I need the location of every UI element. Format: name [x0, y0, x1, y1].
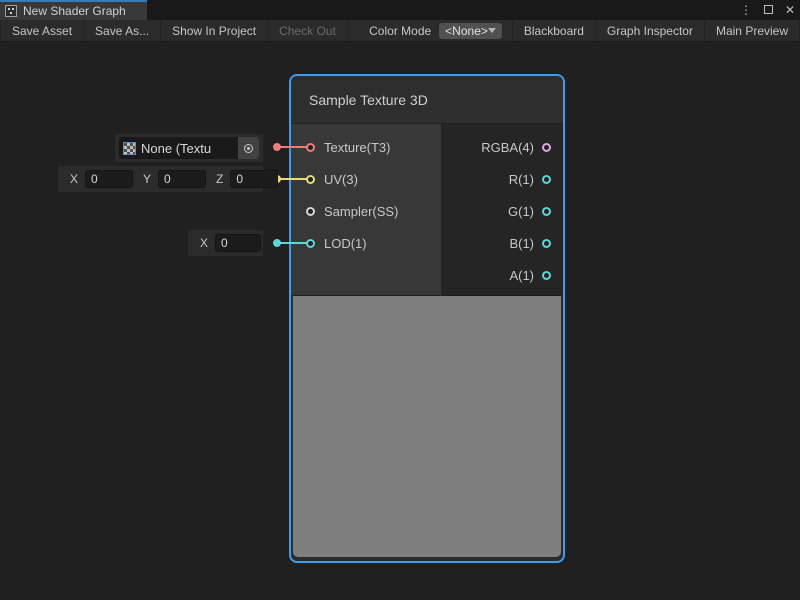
output-port-label: R(1) [509, 172, 534, 187]
edge-dot-texture [273, 143, 281, 151]
port-row-b: B(1) [441, 227, 563, 259]
input-port-label: LOD(1) [324, 236, 367, 251]
output-port-label: RGBA(4) [481, 140, 534, 155]
uv-y-component: Y [143, 170, 206, 188]
uv-x-component: X [70, 170, 133, 188]
uv-y-label[interactable]: Y [143, 172, 151, 186]
output-port-g[interactable] [542, 207, 551, 216]
uv-vector3-panel: X Y Z [58, 166, 263, 192]
check-out-button: Check Out [268, 20, 348, 41]
node-title: Sample Texture 3D [309, 92, 428, 108]
output-port-b[interactable] [542, 239, 551, 248]
texture-field-value: None (Textu [141, 141, 238, 156]
node-port-section: Texture(T3) UV(3) Sampler(SS) LOD(1) RG [291, 124, 563, 295]
input-port-sampler[interactable] [306, 207, 315, 216]
uv-z-input[interactable] [230, 170, 278, 188]
node-output-column: RGBA(4) R(1) G(1) B(1) A(1) [441, 124, 563, 295]
uv-z-label[interactable]: Z [216, 172, 223, 186]
node-sample-texture-3d[interactable]: Sample Texture 3D Texture(T3) UV(3) Samp… [289, 74, 565, 563]
port-row-lod: LOD(1) [291, 227, 441, 259]
lod-x-component: X [200, 234, 261, 252]
window-controls: ⋮ ✕ [740, 0, 795, 20]
output-port-label: B(1) [509, 236, 534, 251]
input-port-texture[interactable] [306, 143, 315, 152]
toolbar: Save Asset Save As... Show In Project Ch… [0, 20, 800, 42]
port-row-g: G(1) [441, 195, 563, 227]
main-preview-button[interactable]: Main Preview [705, 20, 800, 41]
texture-object-field[interactable]: None (Textu [119, 137, 259, 159]
title-bar: New Shader Graph ⋮ ✕ [0, 0, 800, 20]
input-port-label: Texture(T3) [324, 140, 390, 155]
tab-new-shader-graph[interactable]: New Shader Graph [0, 0, 147, 20]
input-port-label: UV(3) [324, 172, 358, 187]
graph-inspector-button[interactable]: Graph Inspector [596, 20, 705, 41]
port-row-r: R(1) [441, 163, 563, 195]
uv-y-input[interactable] [158, 170, 206, 188]
toolbar-spacer [348, 20, 361, 41]
blackboard-button[interactable]: Blackboard [512, 20, 596, 41]
port-row-sampler: Sampler(SS) [291, 195, 441, 227]
chevron-down-icon [488, 28, 496, 33]
output-port-r[interactable] [542, 175, 551, 184]
close-icon[interactable]: ✕ [785, 0, 795, 20]
uv-x-input[interactable] [85, 170, 133, 188]
lod-x-label[interactable]: X [200, 236, 208, 250]
object-picker-icon [244, 144, 253, 153]
node-preview [293, 295, 561, 557]
node-title-bar[interactable]: Sample Texture 3D [291, 76, 563, 124]
window-menu-icon[interactable]: ⋮ [740, 0, 752, 20]
input-port-uv[interactable] [306, 175, 315, 184]
input-port-lod[interactable] [306, 239, 315, 248]
toolbar-right-group: Blackboard Graph Inspector Main Preview [512, 20, 800, 41]
save-asset-button[interactable]: Save Asset [0, 20, 84, 41]
output-port-label: G(1) [508, 204, 534, 219]
texture-field-panel: None (Textu [115, 134, 263, 162]
color-mode-label: Color Mode [361, 20, 439, 41]
output-port-label: A(1) [509, 268, 534, 283]
texture-3d-checker-icon [123, 142, 136, 155]
input-port-label: Sampler(SS) [324, 204, 398, 219]
output-port-rgba[interactable] [542, 143, 551, 152]
uv-x-label[interactable]: X [70, 172, 78, 186]
node-input-column: Texture(T3) UV(3) Sampler(SS) LOD(1) [291, 124, 441, 295]
maximize-icon[interactable] [764, 0, 773, 20]
port-row-a: A(1) [441, 259, 563, 291]
output-port-a[interactable] [542, 271, 551, 280]
edge-dot-lod [273, 239, 281, 247]
port-row-texture: Texture(T3) [291, 131, 441, 163]
port-row-uv: UV(3) [291, 163, 441, 195]
object-picker-button[interactable] [238, 137, 259, 159]
lod-float-panel: X [188, 230, 263, 256]
shader-graph-icon [5, 5, 17, 17]
color-mode-value: <None> [445, 24, 488, 38]
tab-title: New Shader Graph [23, 4, 126, 18]
show-in-project-button[interactable]: Show In Project [161, 20, 268, 41]
lod-x-input[interactable] [215, 234, 261, 252]
uv-z-component: Z [216, 170, 278, 188]
port-row-rgba: RGBA(4) [441, 131, 563, 163]
save-as-button[interactable]: Save As... [84, 20, 161, 41]
color-mode-dropdown[interactable]: <None> [439, 23, 502, 39]
